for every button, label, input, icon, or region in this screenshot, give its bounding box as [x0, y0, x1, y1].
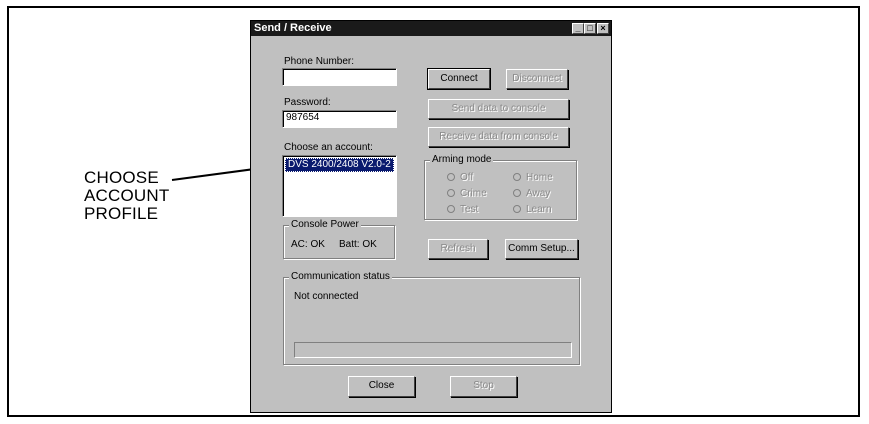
window-title: Send / Receive [254, 22, 332, 34]
connect-button[interactable]: Connect [427, 68, 491, 90]
account-list-item[interactable]: DVS 2400/2408 V2.0-2 [285, 158, 394, 172]
disconnect-button[interactable]: Disconnect [506, 69, 568, 89]
arming-away-radio[interactable]: Away [513, 188, 550, 199]
radio-off-icon [447, 173, 455, 182]
comm-setup-button[interactable]: Comm Setup... [505, 239, 578, 259]
communication-status-group: Communication status Not connected [283, 271, 580, 365]
arming-home-radio[interactable]: Home [513, 172, 553, 183]
password-label: Password: [284, 97, 331, 108]
phone-number-label: Phone Number: [284, 56, 355, 67]
radio-off-icon [447, 189, 455, 198]
stop-button[interactable]: Stop [450, 376, 517, 397]
radio-off-icon [513, 205, 521, 214]
close-window-button[interactable]: × [597, 23, 609, 34]
arming-test-radio[interactable]: Test [447, 204, 478, 215]
minimize-button[interactable]: _ [572, 23, 584, 34]
send-receive-dialog: Send / Receive _ □ × Phone Number: Passw… [250, 20, 612, 413]
arming-learn-radio[interactable]: Learn [513, 204, 552, 215]
arming-off-radio[interactable]: Off [447, 172, 473, 183]
console-power-group: Console Power AC: OK Batt: OK [283, 219, 395, 259]
title-bar: Send / Receive _ □ × [251, 21, 611, 36]
arming-mode-group: Arming mode Off Home Crime Away Test Lea… [424, 154, 577, 220]
refresh-button[interactable]: Refresh [428, 239, 488, 259]
receive-data-button[interactable]: Receive data from console [428, 127, 569, 147]
close-button[interactable]: Close [348, 376, 415, 397]
password-field[interactable]: 987654 [282, 110, 397, 128]
battery-status: Batt: OK [339, 239, 377, 250]
phone-number-field[interactable] [282, 68, 397, 86]
account-list[interactable]: DVS 2400/2408 V2.0-2 [282, 155, 397, 217]
communication-status-caption: Communication status [289, 271, 392, 282]
radio-off-icon [447, 205, 455, 214]
connection-status-text: Not connected [294, 291, 359, 302]
maximize-button[interactable]: □ [584, 23, 596, 34]
radio-off-icon [513, 189, 521, 198]
arming-mode-caption: Arming mode [430, 154, 494, 165]
account-label: Choose an account: [284, 142, 373, 153]
send-data-button[interactable]: Send data to console [428, 99, 569, 119]
ac-status: AC: OK [291, 239, 325, 250]
arming-crime-radio[interactable]: Crime [447, 188, 487, 199]
console-power-caption: Console Power [289, 219, 361, 230]
progress-bar [294, 342, 572, 358]
radio-off-icon [513, 173, 521, 182]
